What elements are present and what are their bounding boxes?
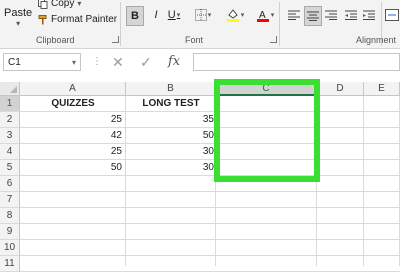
- ribbon-separator: [279, 2, 280, 46]
- underline-label: U: [167, 9, 176, 21]
- row-header-10[interactable]: 10: [0, 240, 20, 256]
- copy-dropdown-icon[interactable]: ▾: [77, 0, 81, 8]
- copy-icon: [38, 0, 48, 9]
- bold-button[interactable]: B: [126, 6, 144, 26]
- gridline: [20, 191, 400, 192]
- merge-center-icon: [385, 9, 399, 21]
- font-group-label: Font: [185, 35, 204, 45]
- align-center-button[interactable]: [304, 6, 322, 26]
- alignment-group-label: Alignment: [356, 35, 397, 45]
- column-header-b[interactable]: B: [126, 82, 216, 96]
- cell-a3[interactable]: 42: [20, 128, 122, 144]
- row-header-9[interactable]: 9: [0, 224, 20, 240]
- fill-color-icon: [226, 9, 239, 22]
- paste-label: Paste: [4, 7, 33, 19]
- gridline: [20, 207, 400, 208]
- borders-button[interactable]: ▾: [193, 6, 213, 24]
- row-header-5[interactable]: 5: [0, 160, 20, 176]
- paste-dropdown-icon[interactable]: ▾: [4, 19, 32, 28]
- column-header-d[interactable]: D: [317, 82, 364, 96]
- font-color-icon: A: [256, 10, 269, 22]
- increase-indent-icon: [363, 10, 375, 20]
- name-box[interactable]: C1 ▾: [3, 53, 81, 71]
- selection-highlight: [214, 79, 320, 182]
- cancel-icon[interactable]: ✕: [112, 54, 124, 71]
- formula-bar-grip-icon[interactable]: ⋮: [92, 56, 102, 67]
- format-painter-button[interactable]: Format Painter: [38, 14, 117, 25]
- cell-a5[interactable]: 50: [20, 160, 122, 176]
- format-painter-label: Format Painter: [51, 14, 118, 25]
- align-right-button[interactable]: [323, 6, 339, 24]
- row-header-6[interactable]: 6: [0, 176, 20, 192]
- column-header-a[interactable]: A: [20, 82, 126, 96]
- ribbon: Paste ▾ Copy ▾ Format Painter Clipboard …: [0, 0, 400, 49]
- decrease-indent-button[interactable]: [343, 6, 359, 24]
- borders-dropdown-icon[interactable]: ▾: [208, 11, 212, 19]
- cell-a2[interactable]: 25: [20, 112, 122, 128]
- formula-bar: C1 ▾ ⋮ ✕ ✓ fx: [0, 52, 400, 74]
- italic-button[interactable]: I: [149, 6, 163, 24]
- select-all-button[interactable]: [0, 82, 20, 96]
- align-right-icon: [325, 10, 337, 20]
- cell-a4[interactable]: 25: [20, 144, 122, 160]
- row-header-8[interactable]: 8: [0, 208, 20, 224]
- format-painter-icon: [38, 14, 47, 24]
- row-header-3[interactable]: 3: [0, 128, 20, 144]
- font-color-dropdown-icon[interactable]: ▾: [271, 11, 275, 19]
- font-launcher-icon[interactable]: [270, 36, 277, 43]
- insert-function-button[interactable]: fx: [168, 54, 180, 69]
- column-header-e[interactable]: E: [364, 82, 400, 96]
- borders-icon: [194, 9, 207, 21]
- gridline: [363, 96, 364, 266]
- name-box-dropdown-icon[interactable]: ▾: [72, 54, 76, 72]
- name-box-value: C1: [8, 57, 21, 68]
- cell-b5[interactable]: 30: [126, 160, 214, 176]
- cell-b2[interactable]: 35: [126, 112, 214, 128]
- underline-button[interactable]: U ▾: [167, 6, 181, 24]
- ribbon-separator: [120, 2, 121, 46]
- align-left-button[interactable]: [286, 6, 302, 24]
- cell-b1[interactable]: LONG TEST: [126, 96, 216, 112]
- formula-input[interactable]: [193, 53, 400, 71]
- clipboard-group-label: Clipboard: [36, 35, 75, 45]
- align-left-icon: [288, 10, 300, 20]
- font-color-button[interactable]: A ▾: [254, 6, 276, 24]
- copy-button[interactable]: Copy ▾: [38, 0, 81, 9]
- gridline: [20, 239, 400, 240]
- cell-b4[interactable]: 30: [126, 144, 214, 160]
- align-center-icon: [307, 11, 319, 21]
- decrease-indent-icon: [345, 10, 357, 20]
- row-header-11[interactable]: 11: [0, 256, 20, 272]
- gridline: [20, 223, 400, 224]
- fill-color-button[interactable]: ▾: [224, 6, 246, 24]
- merge-center-button[interactable]: [384, 6, 400, 24]
- underline-dropdown-icon[interactable]: ▾: [177, 11, 181, 19]
- enter-icon[interactable]: ✓: [140, 54, 152, 71]
- paste-button[interactable]: Paste ▾: [4, 7, 32, 28]
- cell-b3[interactable]: 50: [126, 128, 214, 144]
- increase-indent-button[interactable]: [361, 6, 377, 24]
- copy-label: Copy: [51, 0, 75, 9]
- row-header-4[interactable]: 4: [0, 144, 20, 160]
- clipboard-launcher-icon[interactable]: [112, 36, 119, 43]
- row-header-1[interactable]: 1: [0, 96, 20, 112]
- cell-a1[interactable]: QUIZZES: [20, 96, 126, 112]
- row-header-7[interactable]: 7: [0, 192, 20, 208]
- fill-color-dropdown-icon[interactable]: ▾: [241, 11, 245, 19]
- gridline: [20, 255, 400, 256]
- row-header-2[interactable]: 2: [0, 112, 20, 128]
